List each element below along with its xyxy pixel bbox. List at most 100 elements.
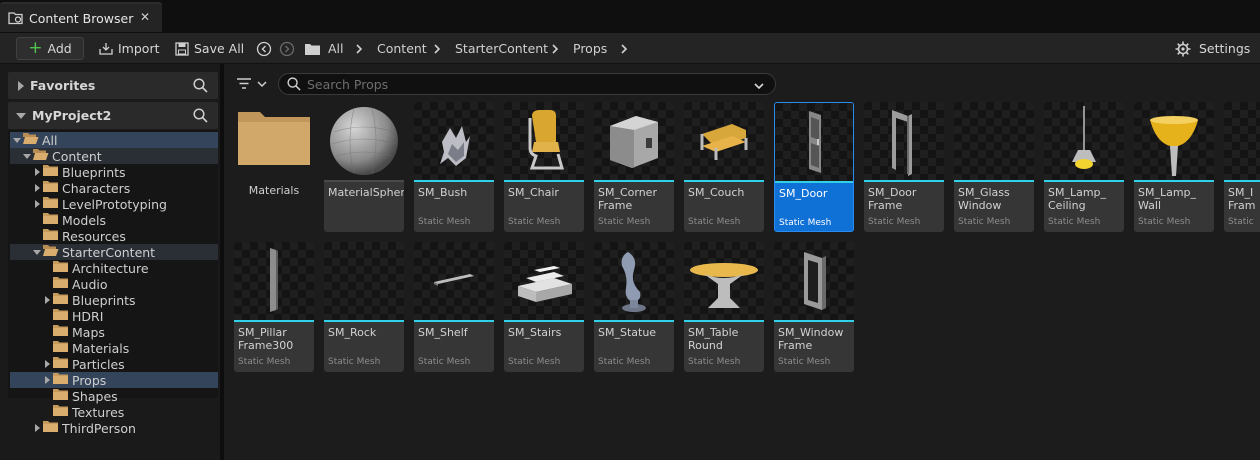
- save-all-button[interactable]: Save All: [175, 37, 244, 60]
- chevron-down-icon[interactable]: [753, 80, 765, 94]
- asset-name: SM_Rock: [328, 326, 377, 339]
- close-icon[interactable]: ✕: [140, 10, 150, 24]
- tree-item[interactable]: Audio: [10, 276, 218, 292]
- tree-item[interactable]: Props: [10, 372, 218, 388]
- asset-tile[interactable]: SM_Stairs Static Mesh: [504, 242, 584, 372]
- collapsed-arrow-icon[interactable]: [42, 356, 52, 372]
- asset-type: Static Mesh: [508, 217, 561, 227]
- expanded-arrow-icon[interactable]: [32, 244, 42, 260]
- tree-item[interactable]: Blueprints: [10, 292, 218, 308]
- asset-tile[interactable]: SM_Corner Frame Static Mesh: [594, 102, 674, 232]
- chevron-right-icon[interactable]: [432, 37, 442, 60]
- asset-tile[interactable]: SM_Couch Static Mesh: [684, 102, 764, 232]
- asset-tile[interactable]: SM_Bush Static Mesh: [414, 102, 494, 232]
- chevron-right-icon[interactable]: [619, 37, 629, 60]
- breadcrumb-props[interactable]: Props: [573, 37, 607, 60]
- asset-type-bar: [684, 180, 764, 182]
- asset-tile[interactable]: SM_Pillar Frame300 Static Mesh: [234, 242, 314, 372]
- asset-tile[interactable]: SM_I Fram Static: [1224, 102, 1260, 232]
- asset-tile[interactable]: SM_Glass Window Static Mesh: [954, 102, 1034, 232]
- asset-tile[interactable]: SM_Lamp_ Wall Static Mesh: [1134, 102, 1214, 232]
- window-frame-icon: [774, 242, 854, 320]
- asset-tile[interactable]: MaterialSphere: [324, 102, 404, 232]
- breadcrumb-all[interactable]: All: [328, 37, 344, 60]
- asset-type: Static Mesh: [238, 357, 291, 367]
- asset-tile[interactable]: SM_Statue Static Mesh: [594, 242, 674, 372]
- tree-item-label: LevelPrototyping: [62, 196, 167, 212]
- breadcrumb-starter-content[interactable]: StarterContent: [455, 37, 548, 60]
- search-icon[interactable]: [193, 78, 208, 96]
- filter-icon: [237, 78, 251, 89]
- tree-item[interactable]: Blueprints: [10, 164, 218, 180]
- favorites-header[interactable]: Favorites: [8, 72, 218, 99]
- folder-icon: [305, 43, 320, 55]
- tree-item[interactable]: StarterContent: [10, 244, 218, 260]
- tree-item[interactable]: Textures: [10, 404, 218, 420]
- gear-icon: [1175, 41, 1191, 56]
- folder-icon: [42, 196, 59, 212]
- folder-icon: [42, 420, 59, 436]
- tree-item-label: Textures: [72, 404, 125, 420]
- collapsed-arrow-icon[interactable]: [32, 196, 42, 212]
- tree-item[interactable]: HDRI: [10, 308, 218, 324]
- asset-type: Static Mesh: [688, 217, 741, 227]
- tree-item[interactable]: Materials: [10, 340, 218, 356]
- collapsed-arrow-icon[interactable]: [42, 372, 52, 388]
- asset-view: Materials MaterialSphere SM_Bush Static Me…: [224, 64, 1260, 460]
- tree-item[interactable]: Shapes: [10, 388, 218, 404]
- asset-tile[interactable]: SM_Rock Static Mesh: [324, 242, 404, 372]
- collapsed-arrow-icon[interactable]: [32, 420, 42, 436]
- expanded-arrow-icon[interactable]: [12, 132, 22, 148]
- tree-item[interactable]: Characters: [10, 180, 218, 196]
- tree-item[interactable]: Maps: [10, 324, 218, 340]
- asset-type: Static Mesh: [688, 357, 741, 367]
- asset-type-bar: [864, 180, 944, 182]
- chevron-right-icon[interactable]: [354, 37, 364, 60]
- tree-item[interactable]: Architecture: [10, 260, 218, 276]
- asset-name: SM_Statue: [598, 326, 657, 339]
- asset-tile[interactable]: SM_Shelf Static Mesh: [414, 242, 494, 372]
- asset-tile[interactable]: SM_Door Static Mesh: [774, 102, 854, 232]
- collapsed-arrow-icon[interactable]: [42, 292, 52, 308]
- collapsed-arrow-icon[interactable]: [32, 180, 42, 196]
- folder-materials[interactable]: Materials: [234, 100, 314, 230]
- asset-type: Static Mesh: [779, 218, 832, 228]
- asset-tile[interactable]: SM_Door Frame Static Mesh: [864, 102, 944, 232]
- search-input[interactable]: [307, 76, 747, 92]
- filter-button[interactable]: [236, 73, 270, 95]
- add-button[interactable]: + Add: [16, 37, 84, 60]
- collapsed-arrow-icon: [18, 80, 24, 91]
- plus-icon: +: [28, 38, 43, 58]
- chevron-right-icon[interactable]: [550, 37, 560, 60]
- asset-name: SM_Lamp_ Ceiling: [1048, 186, 1107, 212]
- search-icon[interactable]: [193, 108, 208, 126]
- tree-item[interactable]: LevelPrototyping: [10, 196, 218, 212]
- asset-tile[interactable]: SM_Lamp_ Ceiling Static Mesh: [1044, 102, 1124, 232]
- collapsed-arrow-icon[interactable]: [32, 164, 42, 180]
- asset-name: SM_Couch: [688, 186, 745, 199]
- expanded-arrow-icon[interactable]: [22, 148, 32, 164]
- tree-item[interactable]: Resources: [10, 228, 218, 244]
- import-button[interactable]: Import: [98, 37, 160, 60]
- asset-type: Static Mesh: [418, 357, 471, 367]
- tree-item[interactable]: All: [10, 132, 218, 148]
- tree-item[interactable]: Models: [10, 212, 218, 228]
- asset-tile[interactable]: SM_Window Frame Static Mesh: [774, 242, 854, 372]
- stairs-icon: [504, 242, 584, 320]
- forward-button[interactable]: [279, 37, 295, 60]
- asset-tile[interactable]: SM_Table Round Static Mesh: [684, 242, 764, 372]
- search-box[interactable]: [278, 73, 776, 95]
- tree-item[interactable]: Content: [10, 148, 218, 164]
- breadcrumb-content[interactable]: Content: [377, 37, 427, 60]
- back-button[interactable]: [256, 37, 272, 60]
- tree-item-label: Characters: [62, 180, 131, 196]
- folder-browse-button[interactable]: [304, 37, 321, 60]
- project-header[interactable]: MyProject2: [8, 102, 218, 129]
- tree-item[interactable]: ThirdPerson: [10, 420, 218, 436]
- asset-type-bar: [504, 180, 584, 182]
- asset-tile[interactable]: SM_Chair Static Mesh: [504, 102, 584, 232]
- tab-content-browser[interactable]: Content Browser ✕: [0, 2, 162, 32]
- tree-item[interactable]: Particles: [10, 356, 218, 372]
- settings-button[interactable]: Settings: [1175, 37, 1250, 60]
